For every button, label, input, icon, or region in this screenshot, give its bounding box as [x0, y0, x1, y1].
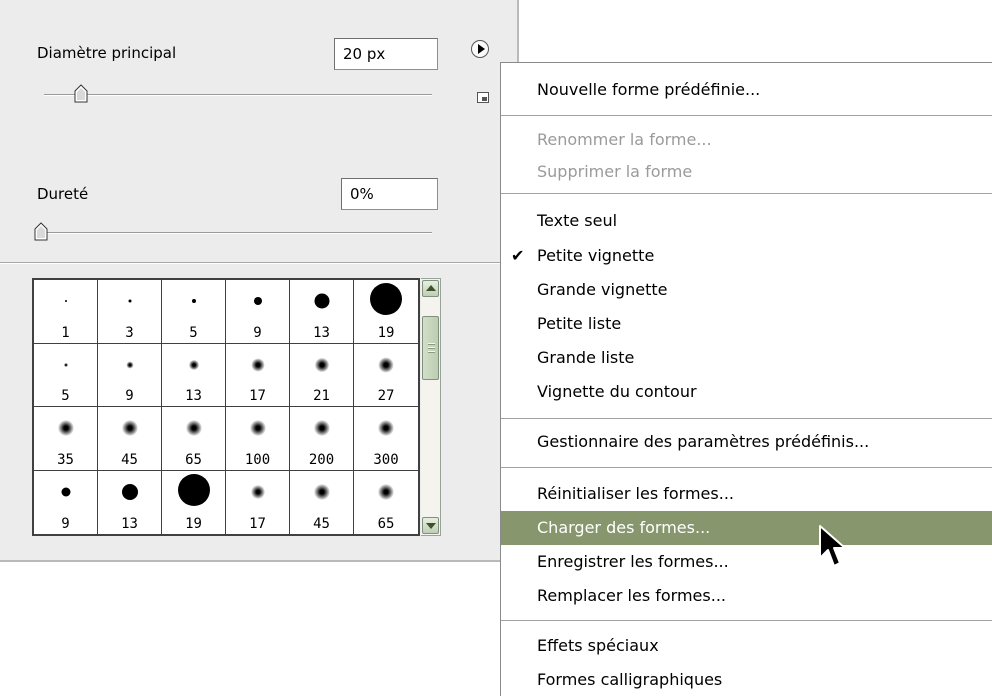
- brush-preset-cell[interactable]: 200: [290, 407, 354, 471]
- master-diameter-input[interactable]: 20 px: [334, 38, 438, 70]
- scroll-up-icon[interactable]: [422, 280, 439, 297]
- brush-size-label: 17: [249, 388, 266, 404]
- brush-preset-cell[interactable]: 13: [162, 343, 226, 407]
- brush-preset-cell[interactable]: 13: [98, 470, 162, 534]
- brush-size-label: 1: [61, 324, 70, 341]
- menu-item-delete[interactable]: Supprimer la forme: [501, 155, 992, 189]
- menu-item-text-only[interactable]: Texte seul: [501, 204, 992, 238]
- brush-preset-cell[interactable]: 5: [162, 280, 226, 344]
- menu-item-save-brushes[interactable]: Enregistrer les formes...: [501, 545, 992, 579]
- brush-panel-flyout-menu: Nouvelle forme prédéfinie... Renommer la…: [500, 62, 992, 696]
- brush-size-label: 300: [373, 451, 399, 468]
- menu-item-label: Petite vignette: [537, 246, 655, 265]
- menu-item-load-brushes[interactable]: Charger des formes...: [501, 511, 992, 545]
- brush-preset-cell[interactable]: 27: [354, 343, 418, 407]
- menu-item-new-preset[interactable]: Nouvelle forme prédéfinie...: [501, 73, 992, 107]
- brush-preset-cell[interactable]: 1: [34, 280, 98, 344]
- menu-item-large-thumbnail[interactable]: Grande vignette: [501, 273, 992, 307]
- menu-item-stroke-thumbnail[interactable]: Vignette du contour: [501, 375, 992, 409]
- brush-preset-grid: 1 3 5 9 13 19 5 9 13 17 21 27 35 45 65 1…: [32, 278, 420, 536]
- menu-item-replace-brushes[interactable]: Remplacer les formes...: [501, 579, 992, 613]
- brush-size-label: 21: [313, 388, 330, 404]
- panel-divider: [0, 262, 517, 264]
- brush-size-label: 65: [185, 451, 202, 468]
- master-diameter-slider-thumb[interactable]: [74, 84, 88, 103]
- checkmark-icon: ✔: [511, 246, 525, 265]
- panel-menu-arrow-icon[interactable]: [471, 40, 489, 58]
- brush-size-label: 9: [61, 516, 70, 532]
- brush-size-label: 200: [308, 451, 335, 468]
- brush-size-label: 35: [57, 451, 74, 468]
- brush-size-label: 13: [185, 388, 202, 404]
- brush-size-label: 27: [377, 388, 395, 404]
- hardness-label: Dureté: [37, 185, 89, 203]
- mouse-pointer-icon: [819, 525, 846, 567]
- brush-preset-cell[interactable]: 5: [34, 343, 98, 407]
- brush-size-label: 100: [244, 451, 271, 468]
- brush-preset-cell[interactable]: 17: [226, 343, 290, 407]
- menu-item-reset-brushes[interactable]: Réinitialiser les formes...: [501, 477, 992, 511]
- master-diameter-label: Diamètre principal: [37, 44, 177, 62]
- brush-size-label: 19: [377, 324, 395, 341]
- brush-size-label: 65: [377, 516, 395, 532]
- menu-separator: [501, 418, 992, 419]
- menu-item-calligraphic-brushes[interactable]: Formes calligraphiques: [501, 663, 992, 697]
- hardness-input[interactable]: 0%: [341, 178, 438, 210]
- brush-preset-cell[interactable]: 9: [226, 280, 290, 344]
- brush-preset-cell[interactable]: 13: [290, 280, 354, 344]
- scroll-down-icon[interactable]: [422, 517, 439, 534]
- menu-separator: [501, 193, 992, 194]
- brush-size-label: 5: [189, 324, 198, 341]
- brush-size-label: 9: [125, 388, 134, 404]
- brush-preset-cell[interactable]: 17: [226, 470, 290, 534]
- menu-item-special-effects[interactable]: Effets spéciaux: [501, 629, 992, 663]
- brush-grid-scrollbar[interactable]: [421, 278, 441, 536]
- brush-preset-cell[interactable]: 19: [162, 470, 226, 534]
- brush-preset-cell[interactable]: 9: [34, 470, 98, 534]
- brush-size-label: 19: [185, 516, 202, 532]
- menu-item-small-list[interactable]: Petite liste: [501, 307, 992, 341]
- new-preset-icon[interactable]: [477, 92, 489, 103]
- menu-separator: [501, 467, 992, 468]
- brush-preset-cell[interactable]: 3: [98, 280, 162, 344]
- hardness-track[interactable]: [44, 232, 432, 234]
- brush-preset-panel: Diamètre principal 20 px Dureté 0% 1 3 5…: [0, 0, 519, 562]
- brush-preset-cell[interactable]: 65: [162, 407, 226, 471]
- brush-preset-cell[interactable]: 300: [354, 407, 418, 471]
- hardness-slider-thumb[interactable]: [34, 222, 48, 241]
- menu-item-large-list[interactable]: Grande liste: [501, 341, 992, 375]
- menu-item-rename[interactable]: Renommer la forme...: [501, 123, 992, 157]
- brush-preset-cell[interactable]: 9: [98, 343, 162, 407]
- menu-separator: [501, 620, 992, 621]
- brush-preset-cell[interactable]: 100: [226, 407, 290, 471]
- brush-preset-cell[interactable]: 45: [290, 470, 354, 534]
- brush-size-label: 9: [253, 324, 262, 341]
- scrollbar-thumb[interactable]: [422, 316, 439, 380]
- brush-size-label: 13: [313, 324, 330, 341]
- brush-preset-cell[interactable]: 35: [34, 407, 98, 471]
- brush-preset-cell[interactable]: 19: [354, 280, 418, 344]
- menu-separator: [501, 115, 992, 116]
- menu-item-preset-manager[interactable]: Gestionnaire des paramètres prédéfinis..…: [501, 425, 992, 459]
- brush-preset-cell[interactable]: 21: [290, 343, 354, 407]
- brush-preset-cell[interactable]: 65: [354, 470, 418, 534]
- brush-size-label: 5: [61, 388, 70, 404]
- menu-item-small-thumbnail[interactable]: ✔ Petite vignette: [501, 239, 992, 273]
- brush-preset-cell[interactable]: 45: [98, 407, 162, 471]
- master-diameter-track[interactable]: [44, 94, 432, 96]
- brush-size-label: 3: [125, 324, 134, 341]
- brush-size-label: 45: [313, 516, 330, 532]
- brush-size-label: 45: [121, 451, 138, 468]
- brush-size-label: 13: [121, 516, 138, 532]
- brush-size-label: 17: [249, 516, 266, 532]
